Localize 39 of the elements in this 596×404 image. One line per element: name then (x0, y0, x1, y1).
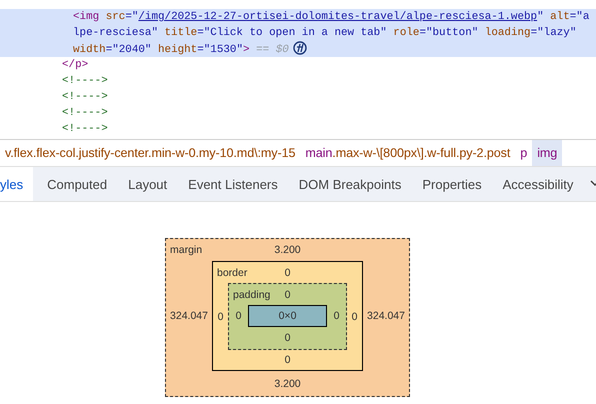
padding-value[interactable]: 0 (284, 284, 290, 305)
padding-value[interactable]: 0 (229, 305, 248, 327)
margin-value[interactable]: 324.047 (166, 261, 212, 371)
padding-value[interactable]: 0 (284, 327, 290, 349)
tab[interactable]: Properties (411, 167, 492, 201)
box-label: border (217, 267, 248, 279)
code-line: <!----> (61, 122, 109, 137)
border-value[interactable]: 0 (284, 350, 290, 370)
margin-value[interactable]: 3.200 (274, 239, 301, 261)
padding-value[interactable]: 0 (327, 305, 346, 327)
code-line: </p> (61, 58, 90, 73)
margin-value[interactable]: 324.047 (363, 261, 409, 371)
code-line: <img src="/img/2025-12-27-ortisei-dolomites-travel/alpe-resciesa-1.webp" alt="a (72, 10, 590, 25)
breadcrumb[interactable]: v.flex.flex-col.justify-center.min-w-0.my-10.md\:my-15 (0, 140, 300, 166)
breadcrumb[interactable]: img (532, 140, 562, 166)
border-value[interactable]: 0 (347, 283, 362, 350)
content-box: 0×0 (248, 305, 327, 327)
code-line: <!----> (61, 106, 109, 121)
border-value[interactable]: 0 (213, 283, 228, 350)
box-label: margin (170, 244, 202, 256)
tab[interactable]: Event Listeners (177, 167, 288, 201)
code-line: <!----> (61, 74, 109, 89)
border-value[interactable]: 0 (284, 262, 290, 283)
tab[interactable]: Accessibility (492, 167, 584, 201)
code-line: width="2040" height="1530"> == $0 (0, 41, 596, 57)
link[interactable]: /img/2025-12-27-ortisei-dolomites-travel/alpe-resciesa-1.webp (138, 11, 538, 23)
selected-node-highlight[interactable]: <img src="/img/2025-12-27-ortisei-dolomites-travel/alpe-resciesa-1.webp" alt="a lpe-resciesa" title="Click to open in a new tab" role="button" loading="lazy" width="2040" height="1530"> == $0 (0, 9, 596, 57)
code-line: <!----> (61, 90, 109, 105)
tab[interactable]: Layout (117, 167, 178, 201)
box-label: padding (233, 289, 270, 301)
margin-value[interactable]: 3.200 (274, 371, 301, 397)
tab[interactable]: Computed (36, 167, 118, 201)
code-line: lpe-resciesa" title="Click to open in a new tab" role="button" loading="lazy" (72, 26, 578, 41)
tab[interactable]: yles (0, 167, 34, 201)
console-reference: == $0 (256, 44, 289, 56)
tab[interactable]: DOM Breakpoints (288, 167, 412, 201)
circled-slash-icon[interactable] (292, 41, 307, 55)
breadcrumb[interactable]: p (515, 140, 532, 166)
breadcrumb[interactable]: main.max-w-\[800px\].w-full.py-2.post (300, 140, 516, 166)
